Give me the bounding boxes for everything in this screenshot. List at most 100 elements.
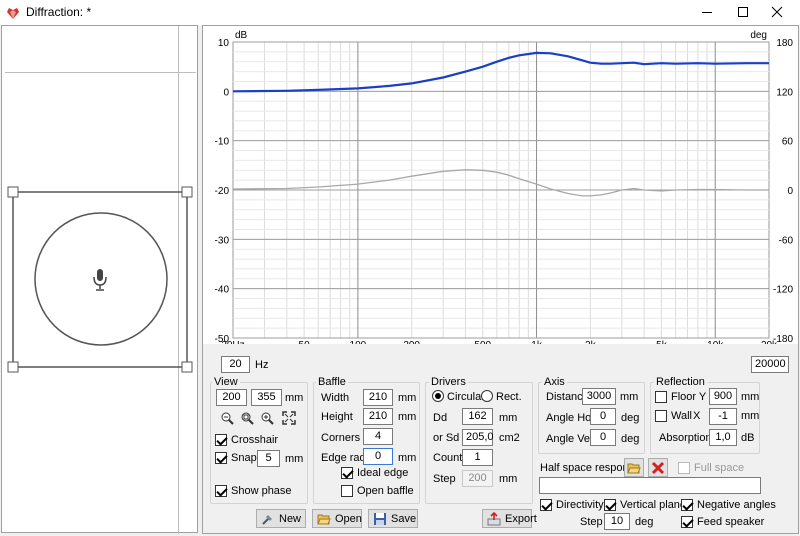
y-left-tick-label: 10 bbox=[218, 38, 230, 49]
clear-half-space-button[interactable] bbox=[648, 458, 668, 477]
y-right-tick-label: -60 bbox=[779, 235, 794, 246]
angle-ver-label: Angle Ver bbox=[546, 433, 594, 445]
full-space-checkbox[interactable] bbox=[678, 462, 690, 474]
y-right-tick-label: 60 bbox=[782, 137, 794, 148]
x-tick-label: 500 bbox=[474, 340, 491, 344]
floor-checkbox[interactable] bbox=[655, 391, 667, 403]
open-button[interactable]: Open bbox=[312, 509, 362, 528]
freq-max-input[interactable]: 20000 bbox=[751, 356, 789, 373]
negative-angles-label: Negative angles bbox=[697, 499, 776, 511]
absorption-label: Absorption bbox=[659, 432, 712, 444]
baffle-edge-input[interactable]: 0 bbox=[363, 448, 393, 465]
y-left-tick-label: -50 bbox=[215, 334, 230, 344]
angle-ver-unit: deg bbox=[621, 433, 640, 445]
absorption-input[interactable]: 1,0 bbox=[709, 429, 737, 446]
save-button-label: Save bbox=[391, 513, 417, 525]
dd-unit: mm bbox=[499, 412, 518, 424]
show-phase-checkbox[interactable] bbox=[215, 485, 227, 497]
new-icon bbox=[262, 515, 272, 525]
y-left-tick-label: -30 bbox=[215, 235, 230, 246]
x-tick-label: 2k bbox=[585, 340, 597, 344]
baffle-corners-input[interactable]: 4 bbox=[363, 428, 393, 445]
baffle-edge-unit: mm bbox=[398, 452, 417, 464]
folder-open-icon bbox=[627, 463, 641, 474]
snap-input[interactable]: 5 bbox=[257, 450, 280, 467]
half-space-file-input[interactable] bbox=[539, 477, 761, 494]
sd-input[interactable]: 205,0 bbox=[462, 429, 494, 446]
open-baffle-checkbox[interactable] bbox=[341, 485, 353, 497]
angle-ver-input[interactable]: 0 bbox=[590, 429, 616, 446]
zoom-fit-icon[interactable] bbox=[240, 411, 254, 425]
snap-checkbox[interactable] bbox=[215, 452, 227, 464]
y-right-tick-label: -120 bbox=[773, 285, 793, 296]
angle-hor-input[interactable]: 0 bbox=[590, 408, 616, 425]
open-half-space-button[interactable] bbox=[624, 458, 644, 477]
x-tick-label: 200 bbox=[403, 340, 420, 344]
floor-unit: mm bbox=[741, 391, 760, 403]
floppy-disk-icon bbox=[374, 513, 386, 525]
vertical-plane-checkbox[interactable] bbox=[604, 499, 616, 511]
angle-hor-label: Angle Hor bbox=[546, 412, 595, 424]
snap-unit: mm bbox=[285, 453, 304, 465]
baffle-height-input[interactable]: 210 bbox=[363, 408, 393, 425]
baffle-width-label: Width bbox=[321, 392, 350, 404]
axis-group-title: Axis bbox=[542, 376, 567, 388]
y-left-tick-label: -20 bbox=[215, 186, 230, 197]
view-group-title: View bbox=[212, 376, 240, 388]
y-left-tick-label: -40 bbox=[215, 285, 230, 296]
baffle-width-input[interactable]: 210 bbox=[363, 389, 393, 406]
ideal-edge-checkbox[interactable] bbox=[341, 467, 353, 479]
open-baffle-label: Open baffle bbox=[357, 485, 414, 497]
crosshair-checkbox[interactable] bbox=[215, 434, 227, 446]
wall-input[interactable]: -1 bbox=[709, 408, 737, 425]
negative-angles-checkbox[interactable] bbox=[681, 499, 693, 511]
rect-radio[interactable] bbox=[481, 390, 493, 402]
baffle-edge-label: Edge rad. bbox=[321, 452, 369, 464]
delete-icon bbox=[651, 461, 665, 475]
baffle-width-unit: mm bbox=[398, 392, 417, 404]
crosshair-label: Crosshair bbox=[231, 434, 279, 446]
response-chart: 20Hz501002005001k2k5k10k20k100-10-20-30-… bbox=[203, 26, 798, 351]
response-chart-svg: 20Hz501002005001k2k5k10k20k100-10-20-30-… bbox=[215, 30, 794, 351]
dd-input[interactable]: 162 bbox=[462, 408, 493, 425]
new-button[interactable]: New bbox=[256, 509, 306, 528]
y-right-unit: deg bbox=[750, 30, 767, 41]
wall-checkbox[interactable] bbox=[655, 410, 667, 422]
full-space-label: Full space bbox=[694, 462, 745, 474]
directivity-step-unit: deg bbox=[635, 516, 654, 528]
directivity-label: Directivity bbox=[556, 499, 604, 511]
step-input[interactable]: 200 bbox=[462, 470, 493, 487]
distance-input[interactable]: 3000 bbox=[582, 388, 616, 405]
floor-input[interactable]: 900 bbox=[709, 388, 737, 405]
freq-min-input[interactable]: 20 bbox=[221, 356, 250, 373]
microphone-icon bbox=[93, 269, 107, 291]
zoom-out-icon[interactable] bbox=[220, 411, 234, 425]
feed-speaker-label: Feed speaker bbox=[697, 516, 765, 528]
baffle-editor-canvas[interactable] bbox=[1, 25, 198, 534]
feed-speaker-checkbox[interactable] bbox=[681, 516, 693, 528]
baffle-height-unit: mm bbox=[398, 411, 417, 423]
baffle-group-title: Baffle bbox=[316, 376, 348, 388]
distance-unit: mm bbox=[620, 391, 639, 403]
export-icon bbox=[487, 512, 501, 526]
count-input[interactable]: 1 bbox=[462, 449, 493, 466]
sd-unit: cm2 bbox=[499, 432, 520, 444]
export-button[interactable]: Export bbox=[482, 509, 537, 528]
zoom-in-icon[interactable] bbox=[260, 411, 274, 425]
wall-unit: mm bbox=[741, 410, 760, 422]
reflection-group-title: Reflection bbox=[654, 376, 707, 388]
circular-radio[interactable] bbox=[432, 390, 444, 402]
view-height-input[interactable]: 355 bbox=[251, 389, 282, 406]
view-width-input[interactable]: 200 bbox=[216, 389, 247, 406]
fullscreen-icon[interactable] bbox=[282, 411, 296, 425]
close-button[interactable] bbox=[754, 0, 800, 25]
save-button[interactable]: Save bbox=[368, 509, 418, 528]
step-label: Step bbox=[433, 473, 456, 485]
directivity-checkbox[interactable] bbox=[540, 499, 552, 511]
new-button-label: New bbox=[279, 513, 302, 525]
vertical-plane-label: Vertical plane bbox=[620, 499, 687, 511]
y-left-tick-label: -10 bbox=[215, 137, 230, 148]
snap-label: Snap bbox=[231, 452, 257, 464]
count-label: Count bbox=[433, 452, 463, 464]
directivity-step-input[interactable]: 10 bbox=[604, 513, 630, 530]
